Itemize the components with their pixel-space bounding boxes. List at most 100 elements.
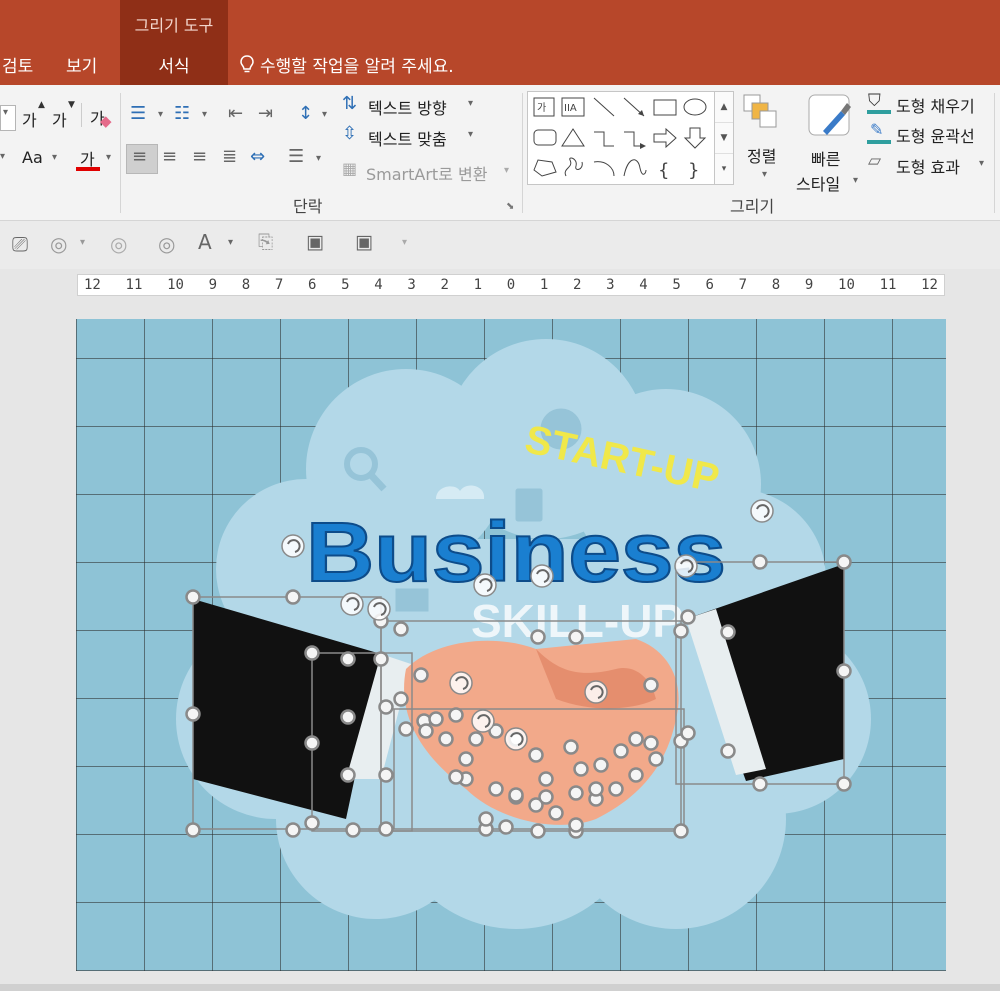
union-shapes-icon[interactable]: ◎ bbox=[110, 232, 127, 256]
resize-handle[interactable] bbox=[568, 629, 584, 645]
curve-shape-icon[interactable] bbox=[623, 159, 647, 177]
rotate-handle-icon[interactable] bbox=[504, 727, 528, 751]
rotate-handle-icon[interactable] bbox=[367, 597, 391, 621]
triangle-shape-icon[interactable] bbox=[561, 128, 585, 147]
arrange-button[interactable]: 정렬 ▾ bbox=[740, 91, 790, 186]
resize-handle[interactable] bbox=[393, 691, 409, 707]
resize-handle[interactable] bbox=[563, 739, 579, 755]
resize-handle[interactable] bbox=[185, 706, 201, 722]
right-arrow-shape-icon[interactable] bbox=[653, 127, 677, 149]
resize-handle[interactable] bbox=[568, 817, 584, 833]
resize-handle[interactable] bbox=[568, 785, 584, 801]
resize-handle[interactable] bbox=[752, 776, 768, 792]
rotate-handle-icon[interactable] bbox=[750, 499, 774, 523]
gallery-expand-icon[interactable]: ▾ bbox=[715, 154, 733, 184]
resize-handle[interactable] bbox=[673, 823, 689, 839]
resize-handle[interactable] bbox=[468, 731, 484, 747]
tell-me-box[interactable]: 수행할 작업을 알려 주세요. bbox=[240, 52, 454, 77]
resize-handle[interactable] bbox=[438, 731, 454, 747]
textbox-shape-icon[interactable]: 가 bbox=[533, 97, 555, 117]
arrow-line-shape-icon[interactable] bbox=[623, 97, 645, 117]
resize-handle[interactable] bbox=[673, 623, 689, 639]
merge-shapes-icon[interactable]: ◎ bbox=[50, 232, 67, 256]
resize-handle[interactable] bbox=[648, 751, 664, 767]
resize-handle[interactable] bbox=[836, 554, 852, 570]
convert-smartart-button[interactable]: SmartArt로 변환 bbox=[366, 161, 487, 185]
decrease-indent-icon[interactable]: ⇤ bbox=[228, 103, 243, 124]
columns-icon[interactable]: ☰ bbox=[288, 146, 304, 167]
resize-handle[interactable] bbox=[185, 822, 201, 838]
resize-handle[interactable] bbox=[340, 709, 356, 725]
intersect-shapes-icon[interactable]: ◎ bbox=[158, 232, 175, 256]
resize-handle[interactable] bbox=[628, 731, 644, 747]
resize-handle[interactable] bbox=[340, 767, 356, 783]
align-center-icon[interactable]: ≡ bbox=[162, 146, 177, 167]
resize-handle[interactable] bbox=[398, 721, 414, 737]
distributed-align-icon[interactable]: ⇔ bbox=[250, 146, 265, 167]
paragraph-dialog-launcher-icon[interactable]: ⬊ bbox=[506, 201, 514, 212]
resize-handle[interactable] bbox=[720, 743, 736, 759]
rectangle-shape-icon[interactable] bbox=[653, 99, 677, 116]
rotate-handle-icon[interactable] bbox=[471, 709, 495, 733]
scroll-down-icon[interactable]: ▼ bbox=[715, 123, 733, 154]
line-shape-icon[interactable] bbox=[593, 97, 615, 117]
oval-shape-icon[interactable] bbox=[683, 98, 707, 116]
shape-outline-button[interactable]: 도형 윤곽선 bbox=[896, 123, 975, 147]
grow-font-button[interactable]: 가 bbox=[22, 107, 37, 131]
online-picture-icon[interactable]: ▣ bbox=[355, 231, 373, 253]
change-case-button[interactable]: Aa bbox=[22, 148, 43, 167]
justify-icon[interactable]: ≣ bbox=[222, 146, 237, 167]
rotate-handle-icon[interactable] bbox=[674, 554, 698, 578]
quick-styles-button[interactable]: 빠른 스타일 ▾ bbox=[795, 91, 865, 194]
elbow-arrow-connector-shape-icon[interactable] bbox=[624, 131, 646, 149]
rotate-handle-icon[interactable] bbox=[340, 592, 364, 616]
resize-handle[interactable] bbox=[530, 823, 546, 839]
clipboard-icon[interactable]: ⎘ bbox=[258, 231, 273, 253]
right-brace-shape-icon[interactable]: } bbox=[688, 160, 699, 181]
resize-handle[interactable] bbox=[304, 815, 320, 831]
resize-handle[interactable] bbox=[548, 805, 564, 821]
vertical-textbox-shape-icon[interactable]: IIA bbox=[561, 97, 585, 117]
rotate-handle-icon[interactable] bbox=[449, 671, 473, 695]
rotate-handle-icon[interactable] bbox=[281, 534, 305, 558]
resize-handle[interactable] bbox=[345, 822, 361, 838]
resize-handle[interactable] bbox=[498, 819, 514, 835]
text-direction-button[interactable]: 텍스트 방향 bbox=[368, 95, 447, 119]
align-text-button[interactable]: 텍스트 맞춤 bbox=[368, 126, 447, 150]
resize-handle[interactable] bbox=[613, 743, 629, 759]
resize-handle[interactable] bbox=[393, 621, 409, 637]
numbered-list-icon[interactable]: ☷ bbox=[174, 103, 190, 124]
resize-handle[interactable] bbox=[538, 789, 554, 805]
picture-icon[interactable]: ▣ bbox=[306, 231, 324, 253]
resize-handle[interactable] bbox=[538, 771, 554, 787]
rotate-handle-icon[interactable] bbox=[530, 564, 554, 588]
text-effects-icon[interactable]: A bbox=[198, 230, 212, 254]
shape-effects-button[interactable]: 도형 효과 bbox=[896, 154, 960, 178]
tab-format[interactable]: 서식 bbox=[120, 52, 228, 77]
rounded-rect-shape-icon[interactable] bbox=[533, 129, 557, 146]
shape-fill-button[interactable]: 도형 채우기 bbox=[896, 93, 975, 117]
resize-handle[interactable] bbox=[448, 769, 464, 785]
bullet-list-icon[interactable]: ☰ bbox=[130, 103, 146, 124]
resize-handle[interactable] bbox=[418, 723, 434, 739]
resize-handle[interactable] bbox=[478, 811, 494, 827]
resize-handle[interactable] bbox=[680, 725, 696, 741]
down-arrow-shape-icon[interactable] bbox=[683, 127, 707, 149]
rotate-handle-icon[interactable] bbox=[473, 573, 497, 597]
scribble-shape-icon[interactable] bbox=[564, 157, 583, 177]
scroll-up-icon[interactable]: ▲ bbox=[715, 92, 733, 123]
resize-handle[interactable] bbox=[836, 776, 852, 792]
line-spacing-icon[interactable]: ↕ bbox=[298, 103, 313, 124]
rotate-handle-icon[interactable] bbox=[584, 680, 608, 704]
gallery-scrollbar[interactable]: ▲ ▼ ▾ bbox=[714, 92, 733, 184]
resize-handle[interactable] bbox=[573, 761, 589, 777]
resize-handle[interactable] bbox=[720, 624, 736, 640]
resize-handle[interactable] bbox=[458, 751, 474, 767]
left-brace-shape-icon[interactable]: { bbox=[658, 160, 669, 181]
elbow-connector-shape-icon[interactable] bbox=[594, 131, 614, 147]
presenter-icon[interactable]: ⎚ bbox=[12, 232, 28, 256]
resize-handle[interactable] bbox=[488, 781, 504, 797]
resize-handle[interactable] bbox=[643, 677, 659, 693]
arc-shape-icon[interactable] bbox=[593, 161, 615, 177]
increase-indent-icon[interactable]: ⇥ bbox=[258, 103, 273, 124]
